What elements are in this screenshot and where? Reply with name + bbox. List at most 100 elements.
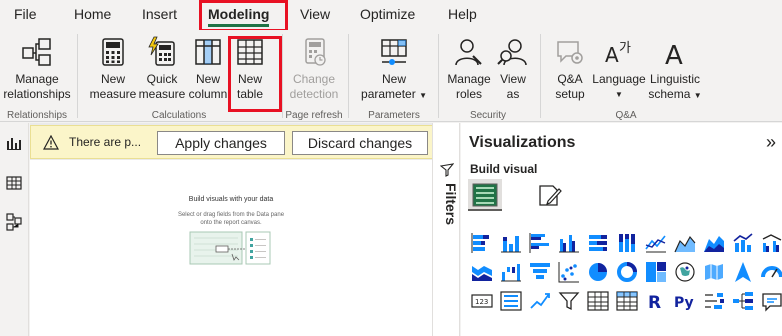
- new-parameter-line1: New: [381, 72, 406, 86]
- group-label-security: Security: [469, 110, 507, 121]
- line-chart-icon[interactable]: [644, 231, 668, 255]
- svg-text:A: A: [665, 41, 683, 68]
- quick-measure-button[interactable]: Quick measure: [138, 36, 186, 102]
- menu-insert[interactable]: Insert: [142, 0, 177, 30]
- chevron-down-icon: ▼: [419, 91, 427, 100]
- linguistic-schema-line1: Linguistic: [649, 72, 701, 86]
- quick-measure-line2: measure: [138, 87, 186, 101]
- line-and-stacked-column-chart-icon[interactable]: [731, 231, 755, 255]
- 100-stacked-bar-chart-icon[interactable]: [586, 231, 610, 255]
- highlight-box-new-table: [228, 36, 282, 112]
- pending-changes-text: There are p...: [69, 135, 142, 149]
- clustered-bar-chart-icon[interactable]: [528, 231, 552, 255]
- stacked-column-chart-icon[interactable]: [499, 231, 523, 255]
- view-as-button[interactable]: View as: [494, 36, 532, 102]
- filters-pane[interactable]: Filters: [432, 123, 460, 336]
- menu-file[interactable]: File: [14, 0, 37, 30]
- manage-relationships-line2: relationships: [3, 87, 71, 101]
- map-icon[interactable]: [673, 260, 697, 284]
- svg-text:A: A: [605, 43, 619, 67]
- svg-text:가: 가: [619, 41, 631, 56]
- 100-stacked-column-chart-icon[interactable]: [615, 231, 639, 255]
- donut-chart-icon[interactable]: [615, 260, 639, 284]
- stacked-bar-chart-icon[interactable]: [470, 231, 494, 255]
- funnel-chart-icon[interactable]: [528, 260, 552, 284]
- ribbon-separator: [77, 34, 78, 118]
- qa-setup-button[interactable]: Q&A setup: [548, 36, 592, 102]
- table-view-icon[interactable]: [6, 175, 22, 191]
- ribbon: Manage relationships Relationships New m…: [0, 30, 782, 122]
- change-detection-button[interactable]: Change detection: [286, 36, 342, 102]
- svg-text:R: R: [648, 293, 661, 313]
- apply-changes-button[interactable]: Apply changes: [157, 131, 285, 155]
- discard-changes-button[interactable]: Discard changes: [292, 131, 428, 155]
- group-label-parameters: Parameters: [368, 110, 420, 121]
- filters-label: Filters: [443, 183, 459, 226]
- manage-relationships-line1: Manage: [15, 72, 59, 86]
- new-parameter-icon: [381, 39, 407, 65]
- decomposition-tree-icon[interactable]: [731, 289, 755, 313]
- pie-chart-icon[interactable]: [586, 260, 610, 284]
- view-as-line1: View: [500, 72, 526, 86]
- model-view-icon[interactable]: [6, 213, 22, 231]
- card-icon[interactable]: 123: [470, 289, 494, 313]
- multi-row-card-icon[interactable]: [499, 289, 523, 313]
- qa-setup-icon: [557, 41, 583, 64]
- report-page[interactable]: Build visuals with your data Select or d…: [30, 160, 432, 336]
- linguistic-schema-line2: schema: [648, 87, 691, 101]
- group-label-qa: Q&A: [615, 110, 637, 121]
- report-view-icon[interactable]: [6, 135, 22, 151]
- language-button[interactable]: A 가 Language ▼: [592, 36, 646, 102]
- area-chart-icon[interactable]: [673, 231, 697, 255]
- clustered-column-chart-icon[interactable]: [557, 231, 581, 255]
- language-line1: Language: [592, 72, 646, 86]
- slicer-icon[interactable]: [557, 289, 581, 313]
- scatter-chart-icon[interactable]: [557, 260, 581, 284]
- collapse-pane-icon[interactable]: »: [766, 132, 776, 153]
- group-label-page-refresh: Page refresh: [285, 110, 343, 121]
- gauge-icon[interactable]: [760, 260, 782, 284]
- warning-icon: [43, 135, 59, 150]
- language-icon: A 가: [605, 41, 631, 67]
- menu-help[interactable]: Help: [448, 0, 477, 30]
- waterfall-chart-icon[interactable]: [499, 260, 523, 284]
- key-influencers-icon[interactable]: [702, 289, 726, 313]
- view-switcher: [0, 123, 29, 336]
- r-script-visual-icon[interactable]: R: [644, 289, 668, 313]
- manage-roles-line2: roles: [455, 87, 482, 101]
- format-visual-tab[interactable]: [533, 179, 567, 211]
- svg-text:Py: Py: [674, 295, 694, 311]
- table-icon[interactable]: [586, 289, 610, 313]
- svg-text:123: 123: [475, 298, 488, 306]
- empty-state-title: Build visuals with your data: [188, 196, 274, 203]
- change-detection-icon: [305, 38, 326, 66]
- manage-relationships-button[interactable]: Manage relationships: [2, 36, 72, 102]
- matrix-icon[interactable]: [615, 289, 639, 313]
- line-and-clustered-column-chart-icon[interactable]: [760, 231, 782, 255]
- manage-roles-button[interactable]: Manage roles: [444, 36, 494, 102]
- change-detection-line1: Change: [292, 72, 336, 86]
- menu-view[interactable]: View: [300, 0, 330, 30]
- build-visual-tab[interactable]: [468, 179, 502, 211]
- menu-home[interactable]: Home: [74, 0, 111, 30]
- kpi-icon[interactable]: [528, 289, 552, 313]
- empty-state-illustration: [189, 231, 271, 265]
- ribbon-separator: [540, 34, 541, 118]
- ribbon-separator: [282, 34, 283, 118]
- new-measure-button[interactable]: New measure: [88, 36, 138, 102]
- azure-map-icon[interactable]: [731, 260, 755, 284]
- filter-funnel-icon: [440, 163, 454, 177]
- stacked-area-chart-icon[interactable]: [702, 231, 726, 255]
- filled-map-icon[interactable]: [702, 260, 726, 284]
- python-visual-icon[interactable]: Py: [673, 289, 697, 313]
- ribbon-chart-icon[interactable]: [470, 260, 494, 284]
- treemap-icon[interactable]: [644, 260, 668, 284]
- menu-optimize[interactable]: Optimize: [360, 0, 415, 30]
- new-parameter-button[interactable]: New parameter ▼: [356, 36, 432, 103]
- linguistic-schema-button[interactable]: A Linguistic schema ▼: [646, 36, 704, 103]
- empty-state-subtitle-line1: Select or drag fields from the Data pane: [177, 212, 285, 218]
- qa-visual-icon[interactable]: [760, 289, 782, 313]
- new-parameter-line2: parameter: [361, 87, 416, 101]
- change-detection-line2: detection: [289, 87, 339, 101]
- new-column-button[interactable]: New column: [186, 36, 230, 102]
